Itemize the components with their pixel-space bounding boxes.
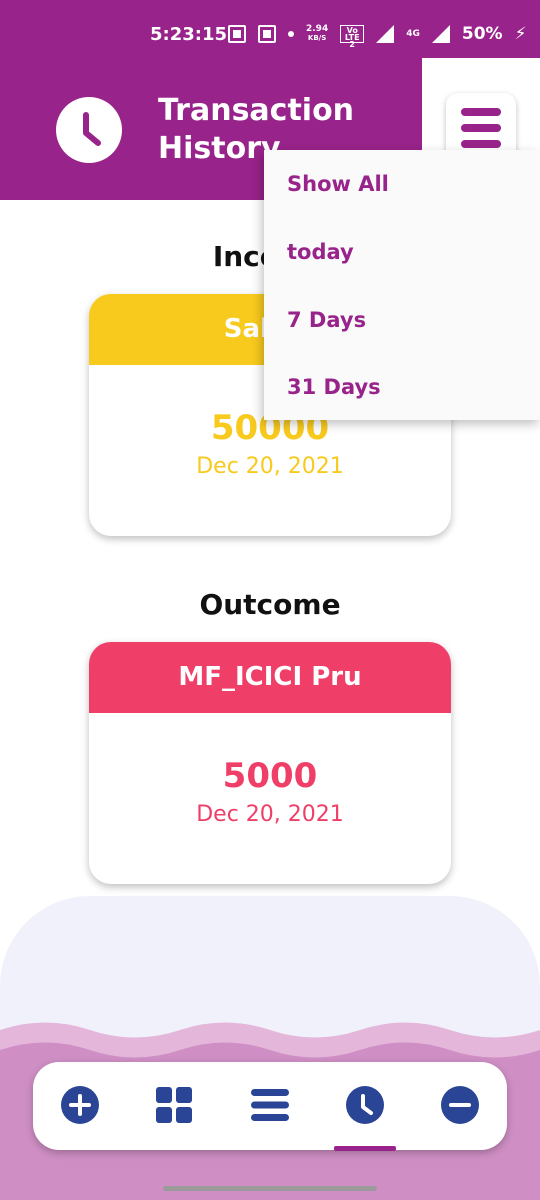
outcome-card-amount: 5000	[222, 756, 318, 796]
menu-item-31-days[interactable]: 31 Days	[287, 375, 381, 399]
clock-icon	[56, 97, 122, 163]
notification-dot-icon	[288, 31, 294, 37]
menu-item-7-days[interactable]: 7 Days	[287, 308, 366, 332]
menu-item-today[interactable]: today	[287, 240, 354, 264]
news-icon	[228, 25, 246, 43]
screen-icon	[258, 25, 276, 43]
charging-icon: ⚡	[514, 24, 527, 44]
clock-icon[interactable]	[346, 1086, 384, 1124]
network-type: 4G	[406, 29, 420, 39]
volte-icon: Vo LTE 2	[340, 25, 365, 49]
filter-dropdown: Show All today 7 Days 31 Days	[264, 150, 540, 420]
grid-icon[interactable]	[155, 1086, 193, 1124]
battery-level: 50%	[461, 24, 503, 44]
outcome-card-date: Dec 20, 2021	[196, 802, 344, 827]
hamburger-bar	[461, 140, 501, 148]
status-icons: 2.94 KB/S Vo LTE 2 4G 50% ⚡	[228, 24, 527, 49]
active-tab-indicator	[334, 1146, 396, 1151]
hamburger-bar	[461, 124, 501, 132]
hamburger-menu-icon	[461, 108, 501, 116]
net-speed: 2.94 KB/S	[306, 24, 329, 43]
income-card-date: Dec 20, 2021	[196, 454, 344, 479]
signal-icon-2	[431, 25, 450, 43]
gesture-bar[interactable]	[163, 1186, 377, 1191]
minus-icon[interactable]	[441, 1086, 479, 1124]
list-icon[interactable]	[251, 1086, 289, 1124]
status-time: 5:23:15	[150, 24, 228, 45]
outcome-card[interactable]: MF_ICICI Pru 5000 Dec 20, 2021	[89, 642, 451, 884]
outcome-section-title: Outcome	[199, 588, 341, 621]
outcome-card-name: MF_ICICI Pru	[89, 642, 451, 713]
add-icon[interactable]	[61, 1086, 99, 1124]
bottom-nav	[33, 1062, 507, 1150]
menu-item-show-all[interactable]: Show All	[287, 172, 389, 196]
signal-icon	[376, 25, 395, 43]
